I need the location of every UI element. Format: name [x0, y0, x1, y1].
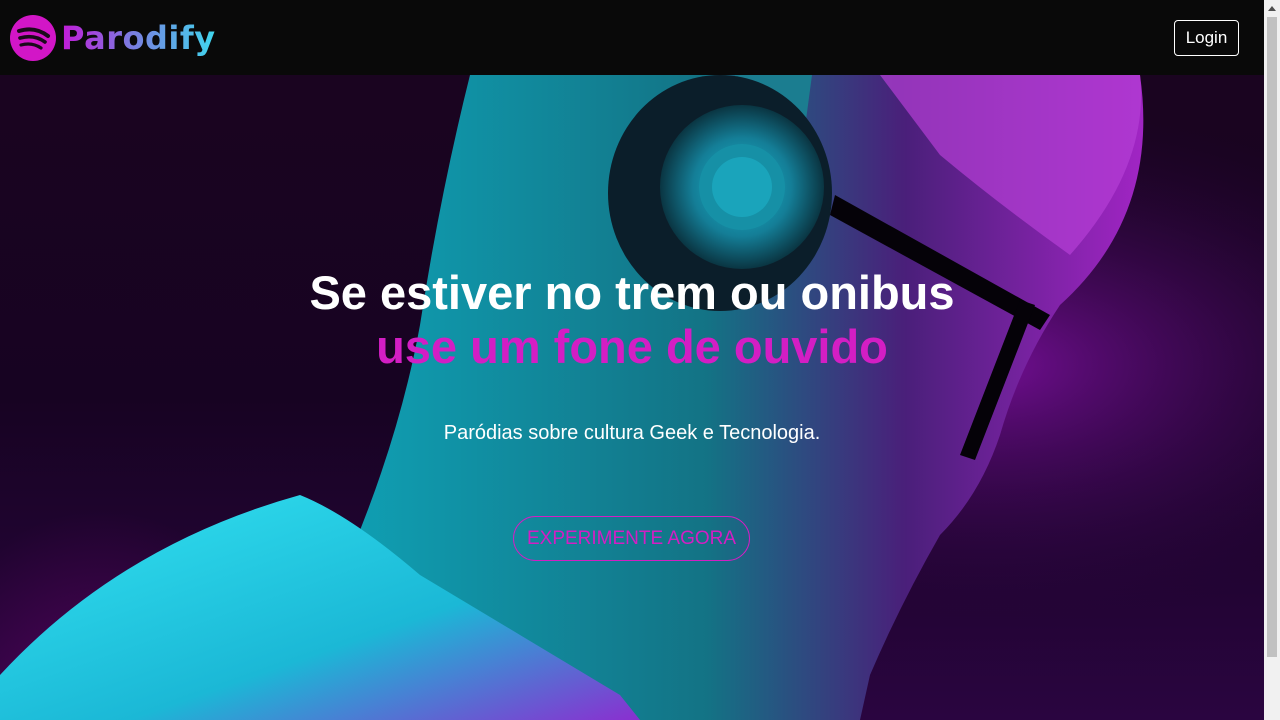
brand-link[interactable]: Parodify [9, 14, 216, 62]
scrollbar-thumb[interactable] [1267, 17, 1277, 657]
brand-name: Parodify [61, 18, 216, 57]
cta-experimente-button[interactable]: EXPERIMENTE AGORA [513, 516, 750, 561]
logo-icon [10, 14, 56, 61]
scroll-up-arrow-icon[interactable] [1264, 0, 1280, 17]
hero-headline-line1: Se estiver no trem ou onibus [309, 266, 955, 319]
hero-section: Se estiver no trem ou onibus use um fone… [0, 75, 1264, 720]
hero-content: Se estiver no trem ou onibus use um fone… [0, 75, 1264, 720]
vertical-scrollbar[interactable] [1264, 0, 1280, 720]
login-button[interactable]: Login [1174, 19, 1239, 56]
navbar: Parodify Login [0, 0, 1264, 75]
hero-subtitle: Paródias sobre cultura Geek e Tecnologia… [443, 422, 821, 444]
hero-headline-line2: use um fone de ouvido [376, 320, 888, 373]
